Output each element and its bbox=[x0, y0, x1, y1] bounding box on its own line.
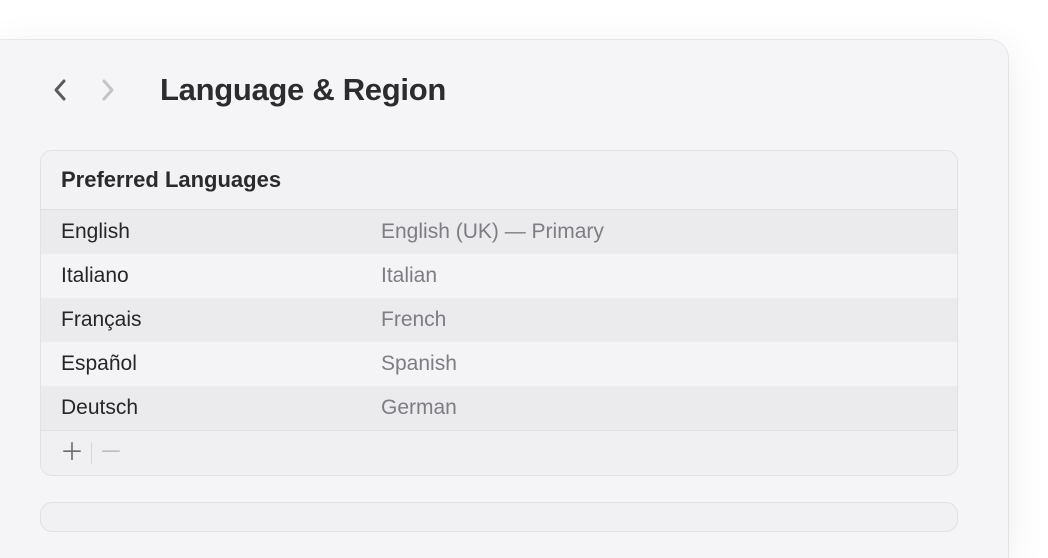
page-title: Language & Region bbox=[160, 72, 446, 108]
language-native-name: English bbox=[61, 220, 381, 244]
preferred-languages-panel: Preferred Languages English English (UK)… bbox=[40, 150, 958, 476]
next-section-panel bbox=[40, 502, 958, 532]
language-description: French bbox=[381, 308, 446, 332]
chevron-right-icon bbox=[100, 78, 116, 102]
language-list: English English (UK) — Primary Italiano … bbox=[41, 210, 957, 430]
forward-button[interactable] bbox=[88, 70, 128, 110]
language-native-name: Español bbox=[61, 352, 381, 376]
language-native-name: Deutsch bbox=[61, 396, 381, 420]
add-language-button[interactable]: ＋ bbox=[55, 439, 89, 467]
language-description: German bbox=[381, 396, 457, 420]
settings-window: Language & Region Preferred Languages En… bbox=[0, 40, 1008, 558]
remove-language-button[interactable]: － bbox=[94, 439, 128, 467]
language-description: Spanish bbox=[381, 352, 457, 376]
chevron-left-icon bbox=[52, 78, 68, 102]
preferred-languages-header: Preferred Languages bbox=[41, 151, 957, 210]
language-native-name: Français bbox=[61, 308, 381, 332]
language-row[interactable]: Deutsch German bbox=[41, 386, 957, 430]
language-native-name: Italiano bbox=[61, 264, 381, 288]
minus-icon: － bbox=[99, 441, 123, 465]
language-description: English (UK) — Primary bbox=[381, 220, 604, 244]
language-row[interactable]: Español Spanish bbox=[41, 342, 957, 386]
language-list-footer: ＋ － bbox=[41, 430, 957, 475]
language-description: Italian bbox=[381, 264, 437, 288]
plus-icon: ＋ bbox=[60, 441, 84, 465]
language-row[interactable]: English English (UK) — Primary bbox=[41, 210, 957, 254]
header-bar: Language & Region bbox=[40, 70, 958, 110]
language-row[interactable]: Italiano Italian bbox=[41, 254, 957, 298]
language-row[interactable]: Français French bbox=[41, 298, 957, 342]
footer-divider bbox=[91, 442, 92, 464]
back-button[interactable] bbox=[40, 70, 80, 110]
